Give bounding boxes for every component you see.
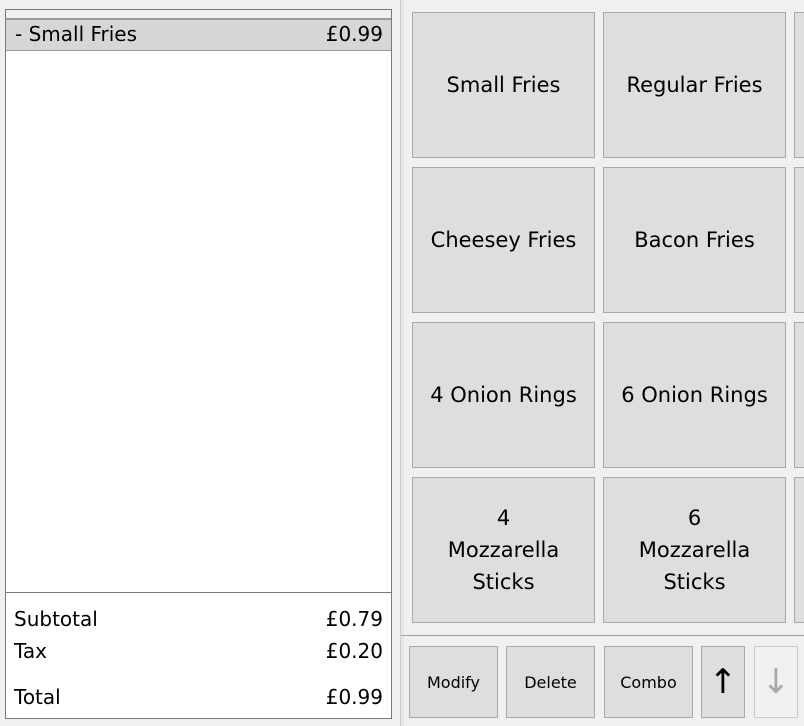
order-item-name: - Small Fries xyxy=(15,22,138,46)
modify-button[interactable]: Modify xyxy=(409,646,498,718)
total-value: £0.99 xyxy=(325,685,383,709)
product-button-bacon-fries[interactable]: Bacon Fries xyxy=(603,167,786,313)
tax-label: Tax xyxy=(14,639,47,663)
order-item-price: £0.99 xyxy=(325,22,383,46)
order-panel: - Small Fries £0.99 Subtotal £0.79 Tax £… xyxy=(5,9,392,719)
arrow-up-icon: ↑ xyxy=(708,662,738,702)
product-button-partial[interactable] xyxy=(794,477,804,623)
delete-button[interactable]: Delete xyxy=(506,646,595,718)
combo-button[interactable]: Combo xyxy=(604,646,693,718)
subtotal-line: Subtotal £0.79 xyxy=(14,605,383,633)
order-header-strip xyxy=(6,10,391,19)
product-button-partial[interactable] xyxy=(794,322,804,468)
scroll-up-button[interactable]: ↑ xyxy=(701,646,745,718)
product-button-cheesey-fries[interactable]: Cheesey Fries xyxy=(412,167,595,313)
product-button-6-mozzarella-sticks[interactable]: 6 Mozzarella Sticks xyxy=(603,477,786,623)
grid-separator xyxy=(401,635,804,636)
order-item-row[interactable]: - Small Fries £0.99 xyxy=(6,19,391,51)
order-totals: Subtotal £0.79 Tax £0.20 Total £0.99 xyxy=(6,592,391,718)
product-button-partial[interactable] xyxy=(794,167,804,313)
arrow-down-icon: ↓ xyxy=(761,662,791,702)
product-button-4-mozzarella-sticks[interactable]: 4 Mozzarella Sticks xyxy=(412,477,595,623)
order-list[interactable]: - Small Fries £0.99 xyxy=(6,19,391,591)
total-label: Total xyxy=(14,685,61,709)
total-line: Total £0.99 xyxy=(14,683,383,711)
tax-value: £0.20 xyxy=(325,639,383,663)
product-button-regular-fries[interactable]: Regular Fries xyxy=(603,12,786,158)
scroll-down-button[interactable]: ↓ xyxy=(754,646,798,718)
tax-line: Tax £0.20 xyxy=(14,637,383,665)
product-button-4-onion-rings[interactable]: 4 Onion Rings xyxy=(412,322,595,468)
product-button-partial[interactable] xyxy=(794,12,804,158)
product-grid: Small Fries Regular Fries Cheesey Fries … xyxy=(404,0,804,632)
product-button-6-onion-rings[interactable]: 6 Onion Rings xyxy=(603,322,786,468)
subtotal-value: £0.79 xyxy=(325,607,383,631)
product-button-small-fries[interactable]: Small Fries xyxy=(412,12,595,158)
subtotal-label: Subtotal xyxy=(14,607,98,631)
